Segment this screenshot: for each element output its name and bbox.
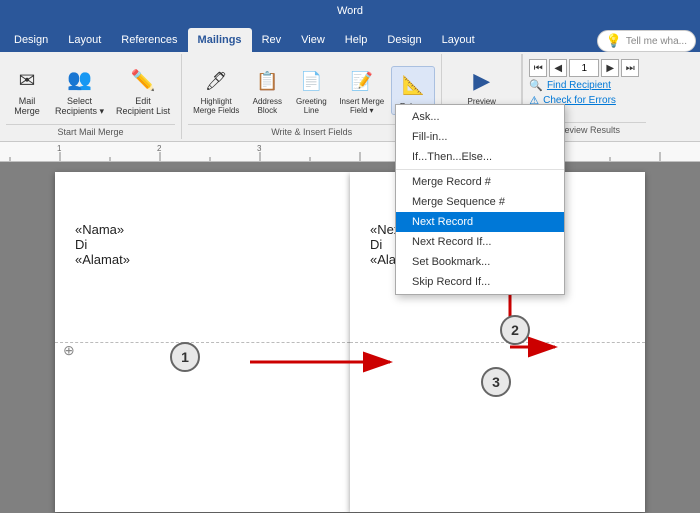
nav-row: ⏮ ◀ ▶ ⏭ bbox=[529, 58, 646, 78]
tab-design-right[interactable]: Design bbox=[377, 28, 431, 52]
tell-me-box[interactable]: 💡 Tell me wha... bbox=[597, 30, 696, 52]
menu-next-record-if[interactable]: Next Record If... bbox=[396, 232, 564, 252]
nav-controls: ⏮ ◀ ▶ ⏭ bbox=[529, 59, 639, 77]
address-block-button[interactable]: 📋 Address Block bbox=[246, 62, 288, 118]
greeting-line-label: Greeting bbox=[296, 97, 327, 106]
document-page-1: ⊕ «Nama» Di «Alamat» bbox=[55, 172, 350, 512]
tab-design-left[interactable]: Design bbox=[4, 28, 58, 52]
find-recipient-icon: 🔍 bbox=[529, 79, 543, 92]
menu-next-record[interactable]: Next Record bbox=[396, 212, 564, 232]
start-mail-merge-buttons: ✉ Mail Merge 👥 Select Recipients ▾ ✏️ Ed… bbox=[6, 56, 175, 124]
nav-first-button[interactable]: ⏮ bbox=[529, 59, 547, 77]
title-bar: Word bbox=[0, 0, 700, 22]
menu-set-bookmark[interactable]: Set Bookmark... bbox=[396, 252, 564, 272]
highlight-icon: 🖊 bbox=[200, 65, 232, 97]
ruler-svg: 1 2 3 5 bbox=[0, 142, 700, 162]
rules-dropdown-menu: Ask... Fill-in... If...Then...Else... Me… bbox=[395, 104, 565, 295]
menu-merge-sequence[interactable]: Merge Sequence # bbox=[396, 192, 564, 212]
nav-last-button[interactable]: ⏭ bbox=[621, 59, 639, 77]
insert-merge-label: Insert Merge bbox=[339, 97, 384, 106]
tab-references[interactable]: References bbox=[111, 28, 187, 52]
ribbon-tabs: Design Layout References Mailings Rev Vi… bbox=[0, 22, 700, 52]
page1-di: Di bbox=[75, 237, 330, 252]
page-left-handle: ⊕ bbox=[63, 342, 75, 359]
start-mail-merge-group: ✉ Mail Merge 👥 Select Recipients ▾ ✏️ Ed… bbox=[0, 54, 182, 139]
find-recipient-link[interactable]: Find Recipient bbox=[547, 80, 611, 91]
edit-recipient-label: Edit bbox=[135, 96, 151, 106]
highlight-merge-fields-button[interactable]: 🖊 Highlight Merge Fields bbox=[188, 62, 244, 118]
svg-text:3: 3 bbox=[257, 144, 262, 153]
mail-merge-label: Mail bbox=[19, 96, 36, 106]
menu-skip-record-if[interactable]: Skip Record If... bbox=[396, 272, 564, 292]
rules-icon: 📐 bbox=[397, 70, 429, 102]
greeting-line-button[interactable]: 📄 Greeting Line bbox=[290, 62, 332, 118]
tell-me-placeholder: Tell me wha... bbox=[626, 36, 687, 47]
preview-icon: ▶ bbox=[466, 65, 498, 97]
nav-page-input[interactable] bbox=[569, 59, 599, 77]
greeting-line-icon: 📄 bbox=[295, 65, 327, 97]
svg-text:2: 2 bbox=[157, 144, 162, 153]
nav-next-button[interactable]: ▶ bbox=[601, 59, 619, 77]
tab-help[interactable]: Help bbox=[335, 28, 378, 52]
menu-merge-record[interactable]: Merge Record # bbox=[396, 172, 564, 192]
menu-ask[interactable]: Ask... bbox=[396, 107, 564, 127]
select-recipients-label: Select bbox=[67, 96, 92, 106]
menu-divider-1 bbox=[396, 169, 564, 170]
select-recipients-icon: 👥 bbox=[64, 64, 96, 96]
address-block-label: Address bbox=[253, 97, 282, 106]
edit-recipient-icon: ✏️ bbox=[127, 64, 159, 96]
tab-mailings[interactable]: Mailings bbox=[188, 28, 252, 52]
nav-prev-button[interactable]: ◀ bbox=[549, 59, 567, 77]
page1-nama: «Nama» bbox=[75, 222, 330, 237]
find-recipient-row[interactable]: 🔍 Find Recipient bbox=[529, 78, 646, 93]
page2-divider bbox=[350, 342, 645, 343]
page1-alamat: «Alamat» bbox=[75, 252, 330, 267]
tab-layout-right[interactable]: Layout bbox=[432, 28, 485, 52]
tab-layout-left[interactable]: Layout bbox=[58, 28, 111, 52]
document-area: ⊕ «Nama» Di «Alamat» «Next Di «Alamat» bbox=[0, 162, 700, 513]
tab-review[interactable]: Rev bbox=[252, 28, 292, 52]
svg-text:1: 1 bbox=[57, 144, 62, 153]
insert-merge-icon: 📝 bbox=[346, 65, 378, 97]
edit-recipient-list-button[interactable]: ✏️ Edit Recipient List bbox=[111, 61, 175, 119]
ruler: 1 2 3 5 bbox=[0, 142, 700, 162]
mail-merge-icon: ✉ bbox=[11, 64, 43, 96]
menu-fill-in[interactable]: Fill-in... bbox=[396, 127, 564, 147]
insert-merge-field-button[interactable]: 📝 Insert Merge Field ▾ bbox=[334, 62, 389, 118]
app-title: Word bbox=[337, 5, 363, 17]
start-mail-merge-label: Start Mail Merge bbox=[6, 124, 175, 137]
mail-merge-button[interactable]: ✉ Mail Merge bbox=[6, 61, 48, 119]
address-block-icon: 📋 bbox=[251, 65, 283, 97]
ribbon: ✉ Mail Merge 👥 Select Recipients ▾ ✏️ Ed… bbox=[0, 52, 700, 142]
page1-divider bbox=[55, 342, 350, 343]
menu-if-then-else[interactable]: If...Then...Else... bbox=[396, 147, 564, 167]
tab-view[interactable]: View bbox=[291, 28, 335, 52]
highlight-label: Highlight bbox=[201, 97, 232, 106]
select-recipients-button[interactable]: 👥 Select Recipients ▾ bbox=[50, 61, 109, 120]
page-1-content: «Nama» Di «Alamat» bbox=[55, 172, 350, 287]
